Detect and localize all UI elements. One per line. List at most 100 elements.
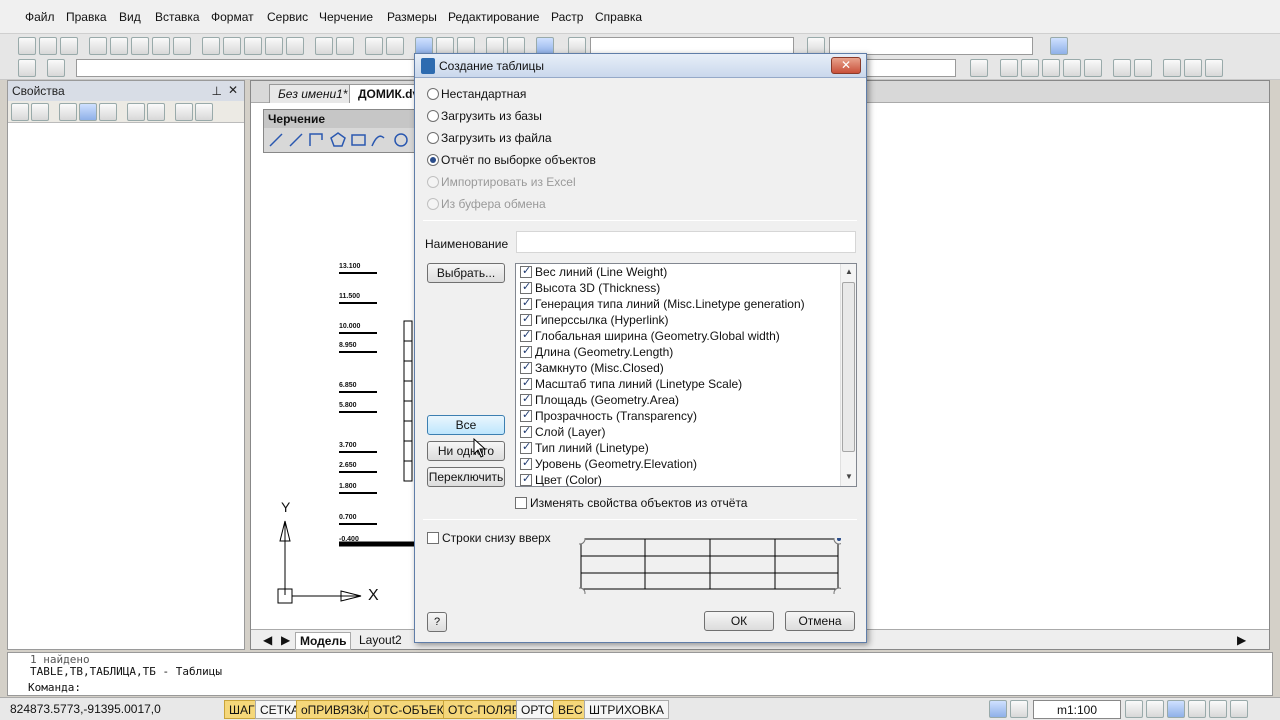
quick-select-icon[interactable] <box>79 103 97 121</box>
list-item[interactable]: Гиперссылка (Hyperlink) <box>520 312 669 329</box>
export-icon[interactable] <box>173 37 191 55</box>
help-button[interactable]: ? <box>427 612 447 632</box>
select-icon[interactable] <box>1000 59 1018 77</box>
toggle-selection-button[interactable]: Переключить <box>427 467 505 487</box>
checkbox[interactable] <box>520 296 532 310</box>
menu-draw[interactable]: Черчение <box>319 10 373 24</box>
pin-icon[interactable]: ⊥ <box>212 84 222 98</box>
menu-insert[interactable]: Вставка <box>155 10 200 24</box>
list-item[interactable]: Слой (Layer) <box>520 424 606 441</box>
clean-screen-icon[interactable] <box>1230 700 1248 718</box>
checkbox[interactable] <box>520 472 532 486</box>
polar-toggle[interactable]: ОТС-ПОЛЯР <box>443 700 525 719</box>
scroll-down-arrow[interactable]: ▼ <box>845 472 853 481</box>
list-item[interactable]: Площадь (Geometry.Area) <box>520 392 679 409</box>
command-line[interactable]: 1 найдено TABLE,TB,ТАБЛИЦА,ТБ - Таблицы … <box>7 652 1273 696</box>
toggle-pickadd-icon[interactable] <box>11 103 29 121</box>
zoom-icon[interactable] <box>386 37 404 55</box>
list-item[interactable]: Генерация типа линий (Misc.Linetype gene… <box>520 296 805 313</box>
select-button[interactable]: Выбрать... <box>427 263 505 283</box>
draw-toolbar-icons[interactable] <box>264 128 422 152</box>
list-item[interactable]: Цвет (Color) <box>520 472 602 486</box>
rows-bottom-up-option[interactable]: Строки снизу вверх <box>427 531 551 547</box>
dialog-close-button[interactable]: ✕ <box>831 57 861 74</box>
checkbox[interactable] <box>520 392 532 406</box>
list-item[interactable]: Вес линий (Line Weight) <box>520 264 667 281</box>
attribute-icon[interactable] <box>147 103 165 121</box>
pickadd-value-icon[interactable] <box>31 103 49 121</box>
scroll-up-arrow[interactable]: ▲ <box>845 267 853 276</box>
list-item[interactable]: Длина (Geometry.Length) <box>520 344 673 361</box>
checkbox[interactable] <box>520 280 532 294</box>
hatch-toggle[interactable]: ШТРИХОВКА <box>584 700 669 719</box>
tab-untitled[interactable]: Без имени1* <box>269 84 357 103</box>
print-icon[interactable] <box>89 37 107 55</box>
menu-help[interactable]: Справка <box>595 10 642 24</box>
layer-state-icon[interactable] <box>970 59 988 77</box>
workspace-icon[interactable] <box>989 700 1007 718</box>
radio-button[interactable] <box>427 110 439 122</box>
refresh-icon[interactable] <box>1209 700 1227 718</box>
dim-linear-icon[interactable] <box>1021 59 1039 77</box>
copy-icon[interactable] <box>223 37 241 55</box>
menu-edit[interactable]: Правка <box>66 10 107 24</box>
settings-icon[interactable] <box>47 59 65 77</box>
name-input[interactable] <box>516 231 856 253</box>
radio-button[interactable] <box>427 154 439 166</box>
checkbox[interactable] <box>515 497 527 509</box>
dim-continue-icon[interactable] <box>1084 59 1102 77</box>
undo-icon[interactable] <box>315 37 333 55</box>
menu-raster[interactable]: Растр <box>551 10 583 24</box>
checkbox[interactable] <box>520 360 532 374</box>
pan-icon[interactable] <box>365 37 383 55</box>
menu-modify[interactable]: Редактирование <box>448 10 539 24</box>
deselect-icon[interactable] <box>195 103 213 121</box>
cut-icon[interactable] <box>202 37 220 55</box>
zoom-status-icon[interactable] <box>1146 700 1164 718</box>
open-file-icon[interactable] <box>39 37 57 55</box>
dim-baseline-icon[interactable] <box>1063 59 1081 77</box>
close-icon[interactable]: ✕ <box>228 83 238 97</box>
select-none-button[interactable]: Ни одного <box>427 441 505 461</box>
checkbox[interactable] <box>427 532 439 544</box>
checkbox[interactable] <box>520 456 532 470</box>
block-icon[interactable] <box>127 103 145 121</box>
checkbox[interactable] <box>520 264 532 278</box>
print-preview-icon[interactable] <box>110 37 128 55</box>
extension-icon[interactable] <box>1050 37 1068 55</box>
properties-icon[interactable] <box>18 59 36 77</box>
filter-icon[interactable] <box>99 103 117 121</box>
redo-icon[interactable] <box>336 37 354 55</box>
properties-list[interactable]: Вес линий (Line Weight) Высота 3D (Thick… <box>515 263 857 487</box>
paste-special-icon[interactable] <box>265 37 283 55</box>
menu-view[interactable]: Вид <box>119 10 141 24</box>
list-item[interactable]: Уровень (Geometry.Elevation) <box>520 456 697 473</box>
model-space-icon[interactable] <box>1010 700 1028 718</box>
dialog-title-bar[interactable]: Создание таблицы ✕ <box>415 54 866 78</box>
menu-dimensions[interactable]: Размеры <box>387 10 437 24</box>
select-objects-icon[interactable] <box>59 103 77 121</box>
modify-objects-option[interactable]: Изменять свойства объектов из отчёта <box>515 496 747 512</box>
list-item[interactable]: Прозрачность (Transparency) <box>520 408 697 425</box>
scroll-right-arrow[interactable]: ▶ <box>277 632 294 648</box>
list-item[interactable]: Замкнуто (Misc.Closed) <box>520 360 664 377</box>
list-item[interactable]: Тип линий (Linetype) <box>520 440 649 457</box>
grid-select-icon[interactable] <box>175 103 193 121</box>
list-item[interactable]: Масштаб типа линий (Linetype Scale) <box>520 376 742 393</box>
scroll-left-arrow[interactable]: ◀ <box>259 632 276 648</box>
list-scrollbar[interactable]: ▲ ▼ <box>840 264 856 486</box>
leader-icon[interactable] <box>1113 59 1131 77</box>
tab-model[interactable]: Модель <box>295 632 352 650</box>
menu-file[interactable]: Файл <box>25 10 55 24</box>
checkbox[interactable] <box>520 376 532 390</box>
checkbox[interactable] <box>520 424 532 438</box>
list-item[interactable]: Высота 3D (Thickness) <box>520 280 660 297</box>
cancel-button[interactable]: Отмена <box>785 611 855 631</box>
lock-icon[interactable] <box>1188 700 1206 718</box>
radio-button[interactable] <box>427 88 439 100</box>
paste-icon[interactable] <box>244 37 262 55</box>
hscroll-right-arrow[interactable]: ▶ <box>1233 632 1250 648</box>
lineweight-toggle[interactable]: ВЕС <box>553 700 588 719</box>
new-file-icon[interactable] <box>18 37 36 55</box>
plot-icon[interactable] <box>152 37 170 55</box>
